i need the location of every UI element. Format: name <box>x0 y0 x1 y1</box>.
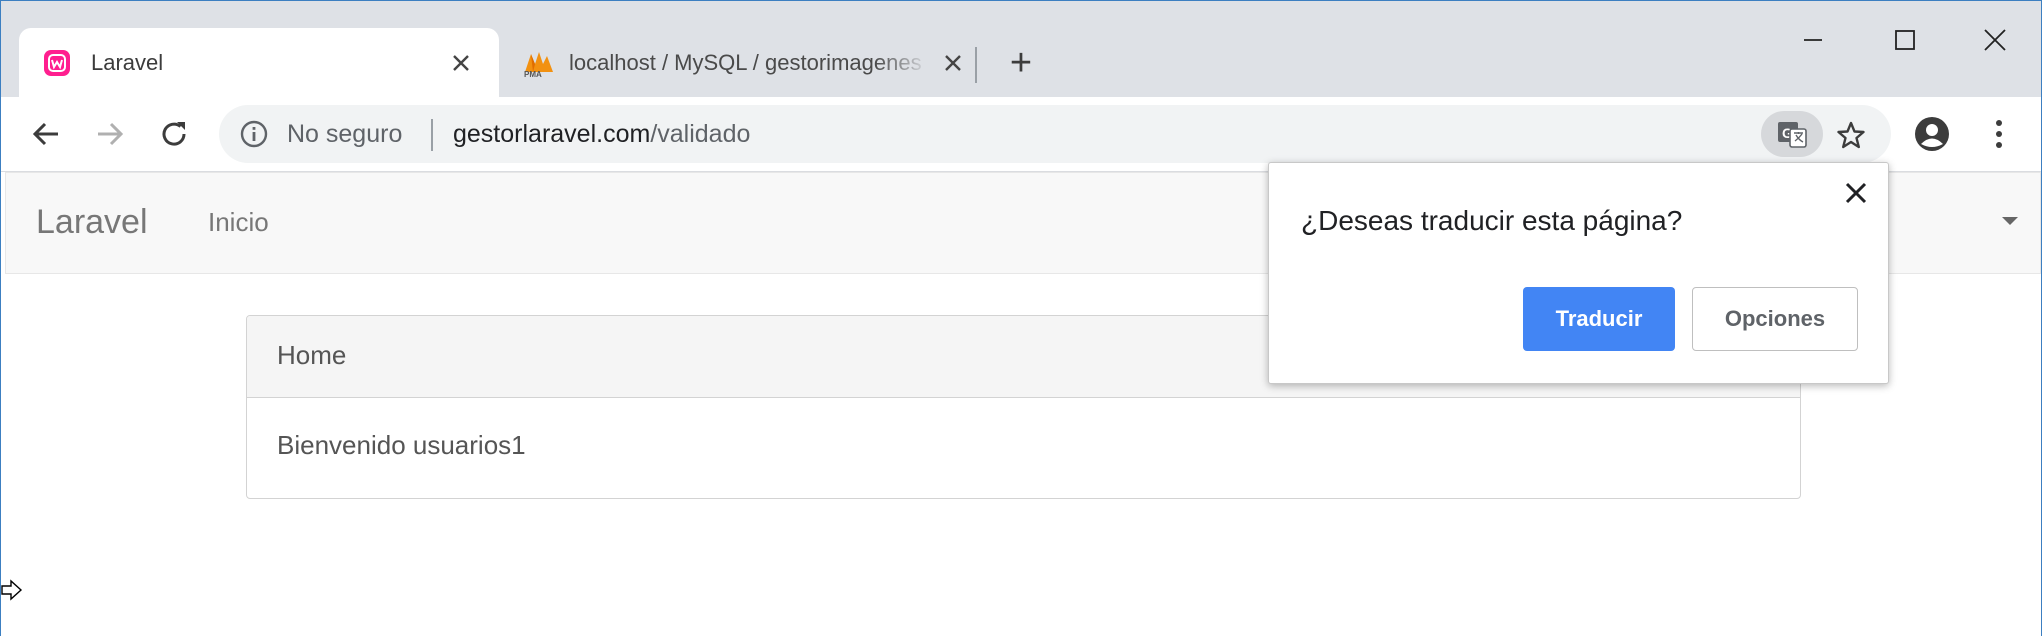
forward-button[interactable] <box>87 111 133 157</box>
card-title: Home <box>277 340 347 370</box>
url-text[interactable]: gestorlaravel.com/validado <box>453 120 750 149</box>
bookmark-star-icon[interactable] <box>1831 115 1871 155</box>
url-path: /validado <box>650 120 751 148</box>
tab-close-icon[interactable] <box>939 49 967 77</box>
back-button[interactable] <box>23 111 69 157</box>
translate-button[interactable]: Traducir <box>1523 287 1675 351</box>
welcome-message: Bienvenido usuarios1 <box>277 430 526 460</box>
phpmyadmin-icon: PMA <box>524 52 553 78</box>
new-tab-button[interactable]: + <box>1001 42 1041 84</box>
dropdown-caret-icon[interactable] <box>2002 217 2018 225</box>
browser-toolbar: No seguro gestorlaravel.com/validado G <box>1 97 2041 172</box>
options-button[interactable]: Opciones <box>1692 287 1858 351</box>
navbar-brand[interactable]: Laravel <box>36 203 148 242</box>
nav-link-inicio[interactable]: Inicio <box>208 207 269 238</box>
minimize-button[interactable] <box>1783 15 1843 65</box>
tab-title: localhost / MySQL / gestorimagenes <box>569 50 922 75</box>
profile-avatar-icon[interactable] <box>1911 113 1953 155</box>
tab-close-icon[interactable] <box>447 49 475 77</box>
popup-close-icon[interactable] <box>1838 175 1874 211</box>
tab-phpmyadmin[interactable]: PMA localhost / MySQL / gestorimagenes <box>509 28 979 97</box>
reload-button[interactable] <box>151 111 197 157</box>
translate-icon[interactable]: G <box>1761 111 1823 157</box>
url-host: gestorlaravel.com <box>453 120 651 148</box>
translate-question: ¿Deseas traducir esta página? <box>1301 205 1683 236</box>
security-label[interactable]: No seguro <box>287 120 402 149</box>
browser-window: Laravel PMA localhost / MySQL / gestorim… <box>0 0 2042 636</box>
translate-popup: ¿Deseas traducir esta página? Traducir O… <box>1268 162 1889 384</box>
tab-separator <box>975 47 977 83</box>
close-window-button[interactable] <box>1965 15 2025 65</box>
info-icon[interactable] <box>239 119 269 149</box>
tab-title: Laravel <box>91 50 164 75</box>
omnibox[interactable]: No seguro gestorlaravel.com/validado G <box>219 105 1891 163</box>
tab-laravel[interactable]: Laravel <box>19 28 499 97</box>
maximize-button[interactable] <box>1875 15 1935 65</box>
svg-text:PMA: PMA <box>524 70 542 78</box>
kebab-menu-icon[interactable] <box>1981 113 2017 155</box>
omnibox-divider <box>431 119 433 151</box>
tab-strip: Laravel PMA localhost / MySQL / gestorim… <box>1 1 2041 97</box>
wampserver-icon <box>44 50 70 76</box>
mouse-cursor-icon <box>1 579 23 601</box>
